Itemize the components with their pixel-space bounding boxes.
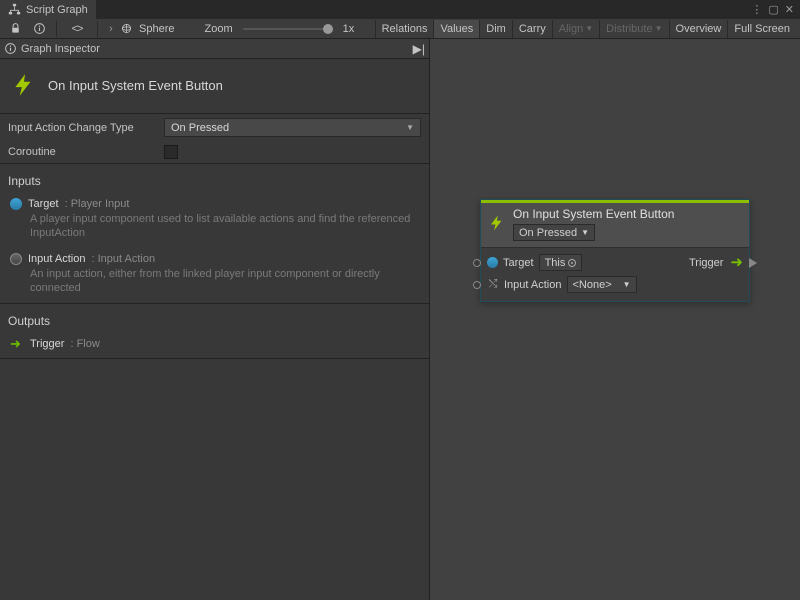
input-port-target[interactable] <box>473 259 481 267</box>
input-port-action[interactable] <box>473 281 481 289</box>
target-desc: A player input component used to list av… <box>10 212 419 241</box>
chevron-down-icon: ▼ <box>581 228 589 237</box>
graph-canvas[interactable]: On Input System Event Button On Pressed▼… <box>430 39 800 600</box>
btn-distribute[interactable]: Distribute ▼ <box>599 20 668 38</box>
node-mode-dropdown[interactable]: On Pressed▼ <box>513 224 595 241</box>
target-dropdown[interactable]: This <box>539 254 583 271</box>
info-icon <box>4 42 17 55</box>
breadcrumb-chevron-icon: › <box>104 23 118 35</box>
zoom-value: 1x <box>339 23 359 35</box>
action-desc: An input action, either from the linked … <box>10 267 419 296</box>
inspector-title: Graph Inspector <box>21 43 409 55</box>
maximize-icon[interactable]: ▢ <box>768 3 778 16</box>
zoom-thumb[interactable] <box>323 24 333 34</box>
close-icon[interactable]: ✕ <box>785 3 794 16</box>
flow-out-icon: ➜ <box>10 338 24 350</box>
change-type-dropdown[interactable]: On Pressed▼ <box>164 118 421 137</box>
sphere-icon <box>120 22 133 35</box>
tab-title: Script Graph <box>26 4 88 16</box>
slot-action-label: Input Action <box>504 279 562 291</box>
slot-target-label: Target <box>503 257 534 269</box>
object-port-icon <box>487 257 498 268</box>
inputs-header: Inputs <box>0 163 429 194</box>
btn-dim[interactable]: Dim <box>479 20 512 38</box>
info-icon[interactable] <box>28 20 50 38</box>
btn-align[interactable]: Align ▼ <box>552 20 599 38</box>
change-type-label: Input Action Change Type <box>8 122 158 134</box>
more-icon[interactable]: ⋮ <box>751 3 762 16</box>
node-on-input-event[interactable]: On Input System Event Button On Pressed▼… <box>480 199 750 302</box>
hierarchy-icon <box>8 3 21 16</box>
slot-trigger-label: Trigger <box>689 257 723 269</box>
lock-icon[interactable] <box>4 20 26 38</box>
toolbar: <> › Sphere Zoom 1x Relations Values Dim… <box>0 19 800 39</box>
bolt-icon <box>487 207 507 239</box>
chevron-down-icon: ▼ <box>406 123 414 132</box>
btn-values[interactable]: Values <box>433 20 479 38</box>
zoom-label: Zoom <box>200 23 236 35</box>
btn-carry[interactable]: Carry <box>512 20 552 38</box>
tab-script-graph[interactable]: Script Graph <box>0 0 96 19</box>
input-port-icon <box>10 198 22 210</box>
btn-fullscreen[interactable]: Full Screen <box>727 20 796 38</box>
output-port-trigger[interactable] <box>749 258 757 268</box>
graph-inspector: Graph Inspector ▶| On Input System Event… <box>0 39 430 600</box>
action-dropdown[interactable]: <None>▼ <box>567 276 637 293</box>
coroutine-checkbox[interactable] <box>164 145 178 159</box>
input-port-icon <box>10 253 22 265</box>
input-action-icon: ⤭ <box>487 279 499 291</box>
zoom-slider[interactable] <box>243 28 333 30</box>
flow-out-icon: ➜ <box>730 255 743 270</box>
node-title: On Input System Event Button <box>48 78 223 93</box>
btn-overview[interactable]: Overview <box>669 20 728 38</box>
bolt-icon <box>10 71 38 99</box>
coroutine-label: Coroutine <box>8 146 158 158</box>
window-controls: ⋮ ▢ ✕ <box>745 0 800 19</box>
variables-icon[interactable]: <> <box>63 20 91 38</box>
node-title: On Input System Event Button <box>513 207 743 221</box>
btn-relations[interactable]: Relations <box>375 20 434 38</box>
breadcrumb-sphere[interactable]: Sphere <box>135 23 178 35</box>
tab-bar: Script Graph ⋮ ▢ ✕ <box>0 0 800 19</box>
target-icon <box>568 259 576 267</box>
chevron-down-icon: ▼ <box>623 280 631 289</box>
outputs-header: Outputs <box>0 303 429 334</box>
collapse-icon[interactable]: ▶| <box>413 42 425 56</box>
